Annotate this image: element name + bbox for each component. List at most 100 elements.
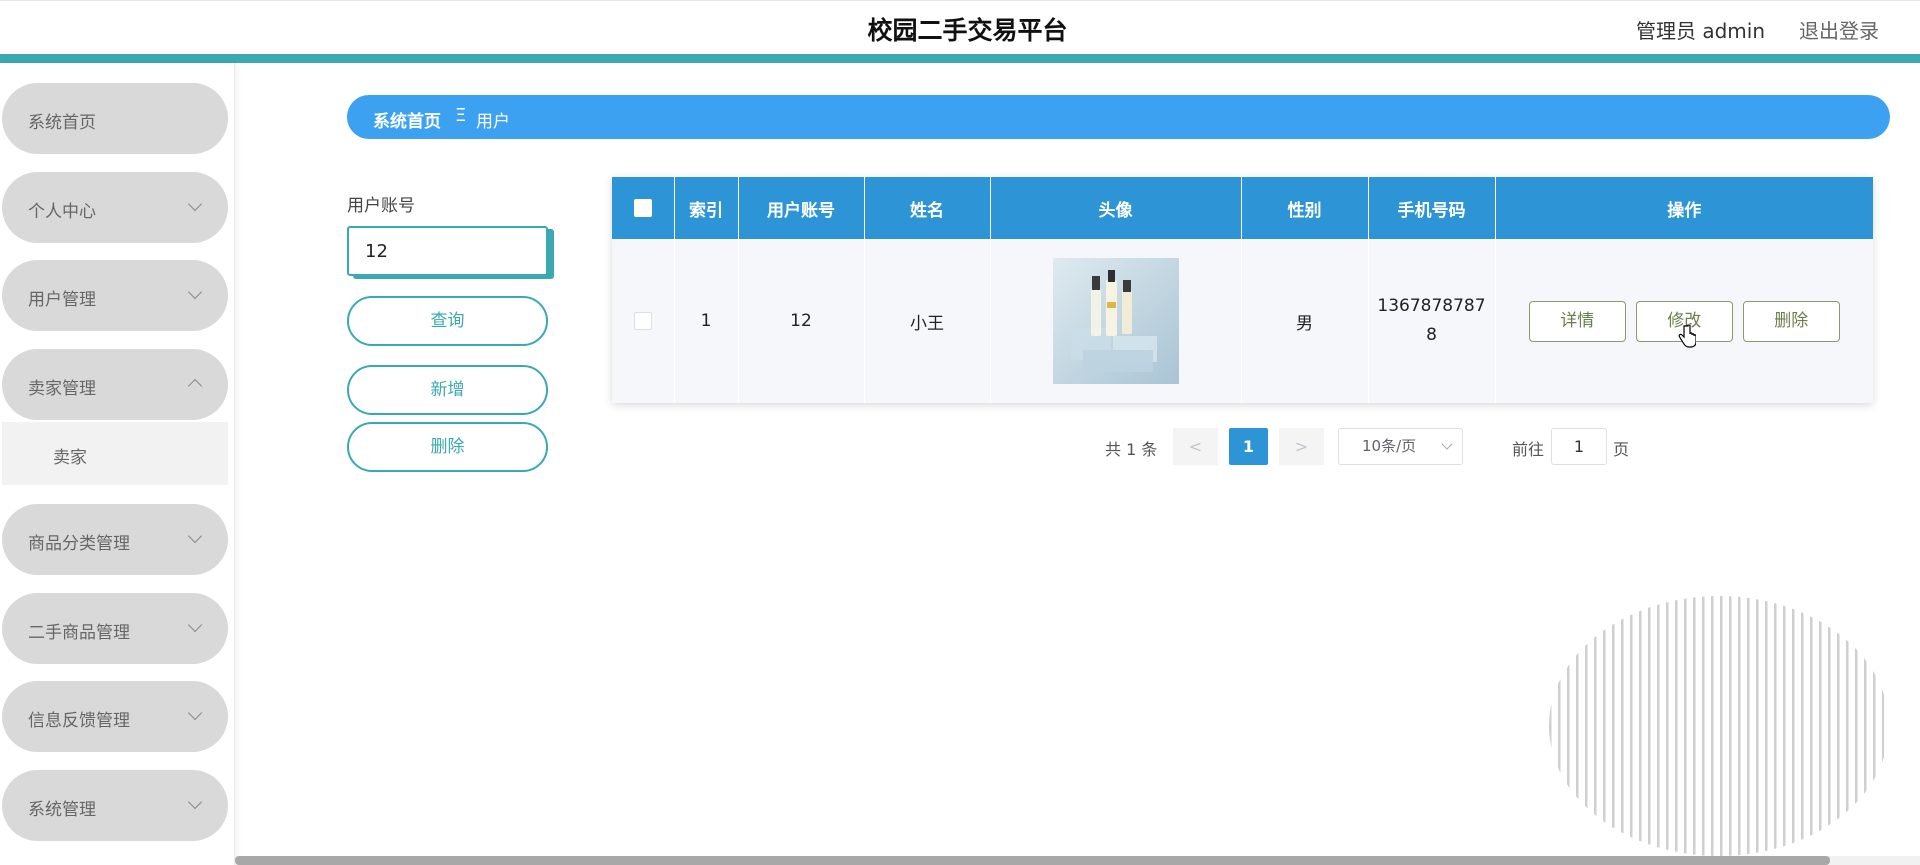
- add-button[interactable]: 新增: [347, 365, 548, 415]
- app-title: 校园二手交易平台: [867, 16, 1068, 45]
- sidebar-item-label: 系统管理: [28, 800, 96, 820]
- select-all-checkbox[interactable]: [633, 199, 652, 217]
- sidebar-item-personal-center[interactable]: 个人中心: [2, 172, 228, 243]
- detail-button[interactable]: 详情: [1528, 300, 1626, 342]
- decorative-stripe: [1720, 596, 1723, 856]
- decorative-stripe: [1639, 596, 1642, 856]
- cell-name: 小王: [864, 239, 991, 403]
- column-header-account: 用户账号: [738, 177, 865, 239]
- column-header-index: 索引: [674, 177, 739, 239]
- decorative-striped-circle: [1549, 596, 1884, 856]
- logout-link[interactable]: 退出登录: [1799, 15, 1879, 44]
- chevron-down-icon: [187, 284, 203, 300]
- sidebar-item-label: 用户管理: [28, 290, 96, 310]
- table-header-row: 索引 用户账号 姓名 头像 性别 手机号码 操作: [612, 177, 1873, 239]
- decorative-stripe: [1783, 596, 1786, 856]
- decorative-stripe: [1567, 596, 1570, 856]
- cell-avatar: [990, 239, 1242, 403]
- decorative-stripe: [1846, 596, 1849, 856]
- column-header-name: 姓名: [864, 177, 991, 239]
- column-header-actions: 操作: [1495, 177, 1873, 239]
- page-size-select[interactable]: 10条/页: [1338, 428, 1463, 465]
- page-size-value: 10条/页: [1362, 437, 1417, 455]
- sidebar-item-label: 系统首页: [28, 113, 96, 133]
- breadcrumb-current: 用户: [476, 112, 510, 132]
- decorative-stripe: [1837, 596, 1840, 856]
- sidebar-item-category-management[interactable]: 商品分类管理: [2, 504, 228, 575]
- chevron-down-icon: [187, 617, 203, 633]
- decorative-stripe: [1747, 596, 1750, 856]
- query-button[interactable]: 查询: [347, 296, 548, 346]
- chevron-down-icon: [187, 528, 203, 544]
- pagination-prev-button[interactable]: <: [1173, 428, 1218, 465]
- sidebar: 系统首页 个人中心 用户管理 卖家管理 卖家 商品分类管理 二手商品管理 信息反…: [0, 63, 235, 865]
- account-field-label: 用户账号: [347, 196, 415, 216]
- decorative-stripe: [1693, 596, 1696, 856]
- breadcrumb-separator: Ξ: [455, 105, 467, 126]
- account-search-input[interactable]: [347, 226, 548, 276]
- chevron-down-icon: [187, 196, 203, 212]
- page-suffix-label: 页: [1613, 440, 1630, 459]
- decorative-stripe: [1711, 596, 1714, 856]
- goto-page-input[interactable]: [1551, 428, 1607, 465]
- sidebar-item-user-management[interactable]: 用户管理: [2, 260, 228, 331]
- decorative-stripe: [1873, 596, 1876, 856]
- pagination-total: 共 1 条: [1105, 440, 1158, 459]
- breadcrumb: 系统首页 Ξ 用户: [347, 95, 1890, 139]
- decorative-stripe: [1576, 596, 1579, 856]
- decorative-stripe: [1621, 596, 1624, 856]
- phone-text: 13678787878: [1377, 296, 1486, 345]
- decorative-stripe: [1558, 596, 1561, 856]
- decorative-stripe: [1828, 596, 1831, 856]
- sidebar-item-system-management[interactable]: 系统管理: [2, 770, 228, 841]
- decorative-stripe: [1855, 596, 1858, 856]
- chevron-up-icon: [187, 378, 203, 394]
- column-header-gender: 性别: [1241, 177, 1369, 239]
- sidebar-item-label: 卖家管理: [28, 379, 96, 399]
- top-header: 校园二手交易平台 管理员 admin 退出登录: [0, 0, 1920, 54]
- decorative-stripe: [1729, 596, 1732, 856]
- row-checkbox[interactable]: [633, 312, 652, 330]
- scrollbar-thumb[interactable]: [235, 856, 1830, 865]
- horizontal-scrollbar[interactable]: [235, 856, 1920, 865]
- decorative-stripe: [1882, 596, 1884, 856]
- decorative-stripe: [1864, 596, 1867, 856]
- decorative-stripe: [1630, 596, 1633, 856]
- decorative-stripe: [1792, 596, 1795, 856]
- decorative-stripe: [1738, 596, 1741, 856]
- mouse-pointer-icon: [1678, 325, 1696, 348]
- sidebar-subitem-seller[interactable]: 卖家: [2, 422, 228, 485]
- cell-gender: 男: [1241, 239, 1369, 403]
- pagination-next-button[interactable]: >: [1279, 428, 1324, 465]
- sidebar-item-label: 商品分类管理: [28, 534, 130, 554]
- cell-phone: 13678787878: [1368, 239, 1496, 403]
- decorative-stripe: [1585, 596, 1588, 856]
- sidebar-item-home[interactable]: 系统首页: [2, 83, 228, 154]
- decorative-stripe: [1801, 596, 1804, 856]
- sidebar-item-label: 个人中心: [28, 202, 96, 222]
- decorative-stripe: [1684, 596, 1687, 856]
- goto-label: 前往: [1512, 440, 1545, 459]
- decorative-stripe: [1657, 596, 1660, 856]
- decorative-stripe: [1756, 596, 1759, 856]
- cell-index: 1: [674, 239, 739, 403]
- decorative-stripe: [1702, 596, 1705, 856]
- breadcrumb-home-link[interactable]: 系统首页: [373, 107, 441, 132]
- column-header-phone: 手机号码: [1368, 177, 1496, 239]
- select-all-cell: [612, 177, 675, 239]
- sidebar-item-feedback-management[interactable]: 信息反馈管理: [2, 681, 228, 752]
- decorative-stripe: [1675, 596, 1678, 856]
- delete-button[interactable]: 删除: [1742, 300, 1840, 342]
- avatar-image: [1052, 258, 1179, 384]
- batch-delete-button[interactable]: 删除: [347, 422, 548, 472]
- decorative-stripe: [1549, 596, 1552, 856]
- sidebar-item-secondhand-goods[interactable]: 二手商品管理: [2, 593, 228, 664]
- pagination-page-1[interactable]: 1: [1229, 428, 1268, 465]
- decorative-stripe: [1648, 596, 1651, 856]
- sidebar-item-seller-management[interactable]: 卖家管理: [2, 349, 228, 420]
- column-header-avatar: 头像: [990, 177, 1242, 239]
- decorative-stripe: [1774, 596, 1777, 856]
- sidebar-item-label: 二手商品管理: [28, 623, 130, 643]
- decorative-stripe: [1612, 596, 1615, 856]
- current-user-label: 管理员 admin: [1636, 19, 1766, 43]
